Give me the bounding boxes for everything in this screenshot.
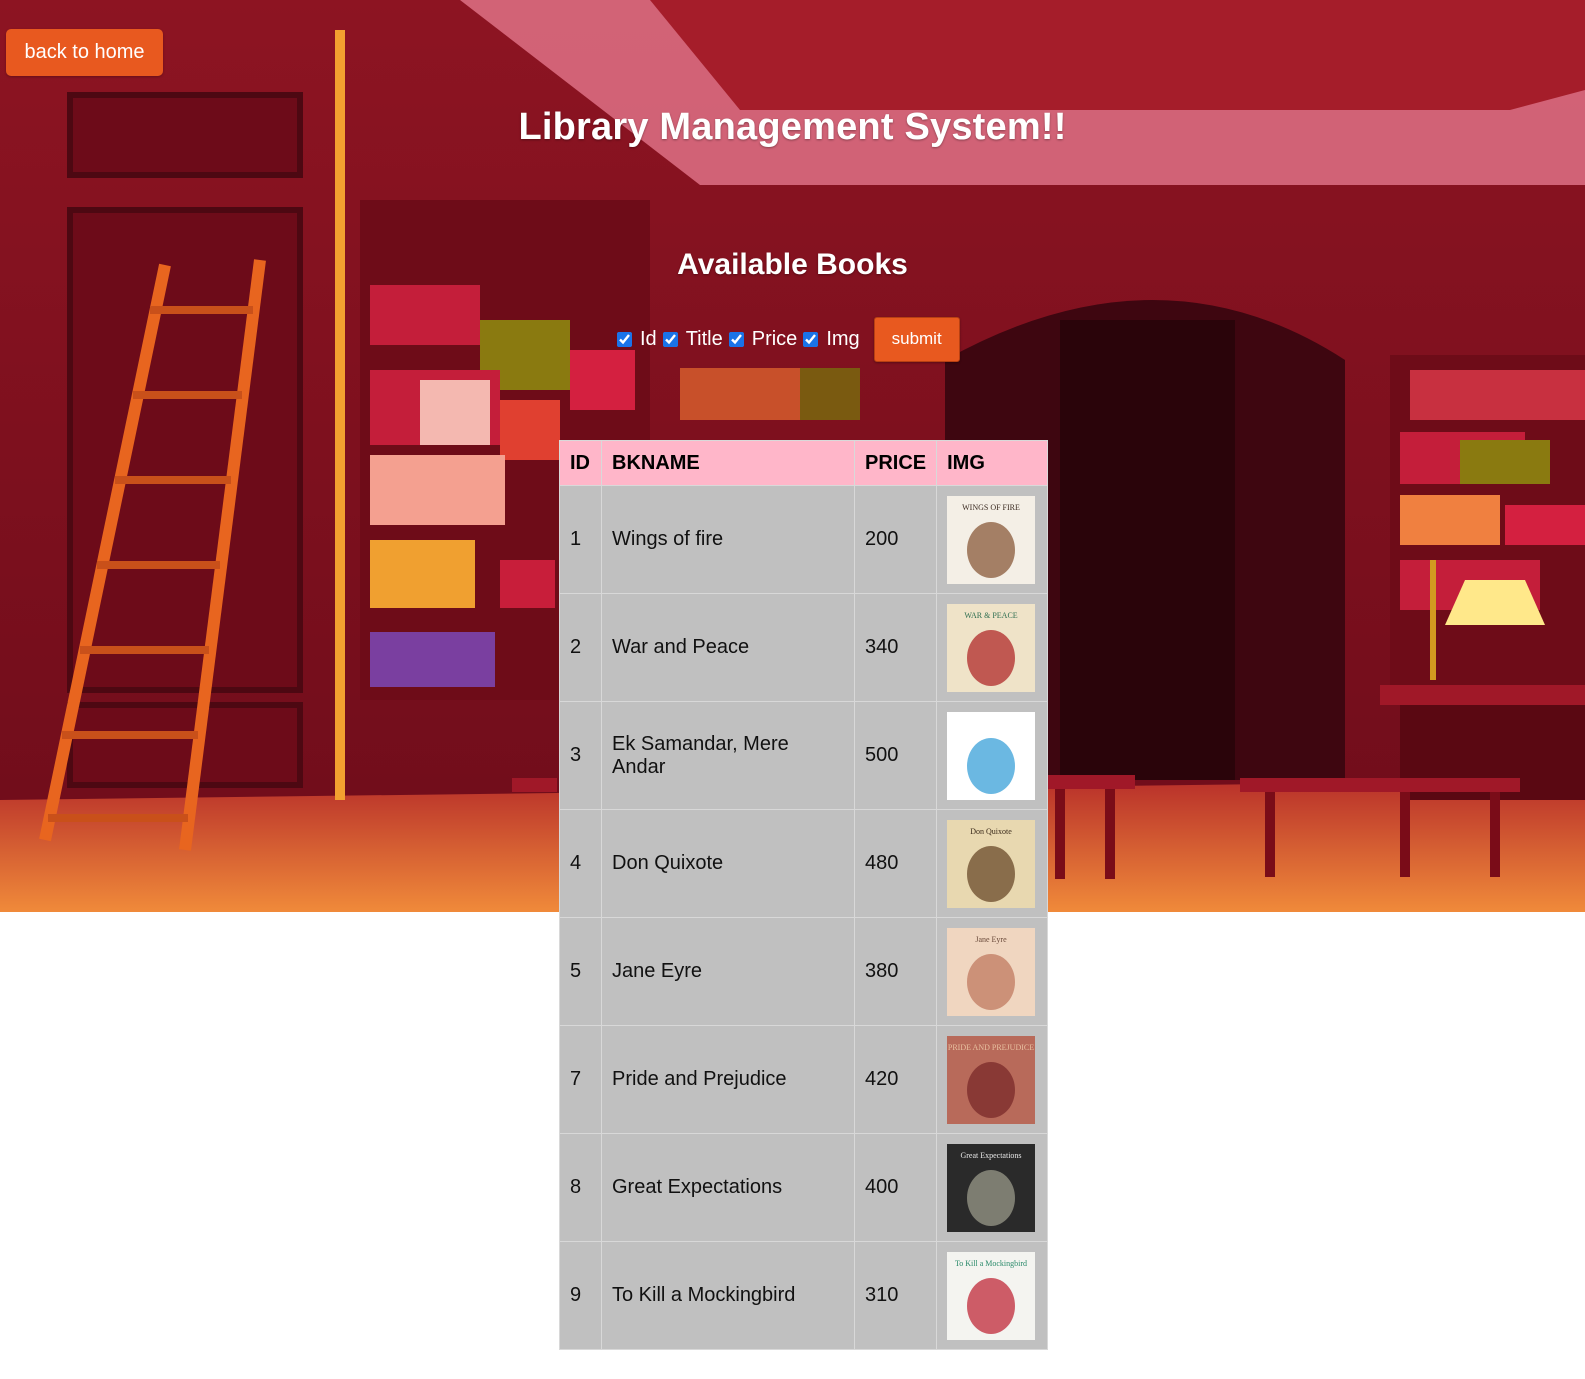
filter-title-label: Title xyxy=(685,327,723,350)
filter-img[interactable]: Img xyxy=(803,327,860,351)
book-cover-jane-eyre: Jane Eyre xyxy=(947,927,1036,1016)
book-cover-to-kill-a-mockingbird: To Kill a Mockingbird xyxy=(947,1251,1036,1340)
table-row: 5 Jane Eyre 380 Jane Eyre xyxy=(559,917,1048,1026)
book-image-cell: WAR & PEACE xyxy=(936,593,1048,702)
book-price-cell: 310 xyxy=(853,1241,938,1350)
book-image-cell: WINGS OF FIRE xyxy=(936,485,1048,594)
book-image-cell: PRIDE AND PREJUDICE xyxy=(936,1025,1048,1134)
book-price-cell: 380 xyxy=(853,917,938,1026)
filter-id[interactable]: Id xyxy=(617,328,657,351)
book-name-cell: Don Quixote xyxy=(601,809,855,918)
book-price-cell: 340 xyxy=(853,593,938,702)
page-title: Library Management System!! xyxy=(518,106,1067,148)
filter-id-checkbox[interactable] xyxy=(617,331,632,347)
book-id-cell: 7 xyxy=(559,1025,602,1134)
filter-price-label: Price xyxy=(751,327,798,350)
book-name-cell: Ek Samandar, Mere Andar xyxy=(601,701,855,810)
book-id-cell: 3 xyxy=(559,701,602,810)
filter-price[interactable]: Price xyxy=(728,327,798,351)
book-cover-don-quixote: Don Quixote xyxy=(947,819,1036,908)
column-header-bkname: BKNAME xyxy=(601,440,855,486)
filter-img-label: Img xyxy=(826,327,860,350)
filter-title[interactable]: Title xyxy=(662,327,723,351)
table-row: 3 Ek Samandar, Mere Andar 500 xyxy=(559,701,1048,810)
book-cover-title: PRIDE AND PREJUDICE xyxy=(948,1043,1034,1052)
book-id-cell: 8 xyxy=(559,1133,602,1242)
book-name-cell: Pride and Prejudice xyxy=(601,1025,855,1134)
book-cover-title: Great Expectations xyxy=(961,1151,1022,1160)
table-row: 1 Wings of fire 200 WINGS OF FIRE xyxy=(559,485,1048,594)
book-price-cell: 420 xyxy=(853,1025,938,1134)
filter-img-checkbox[interactable] xyxy=(803,331,819,347)
book-id-cell: 2 xyxy=(559,593,602,702)
book-id-cell: 5 xyxy=(559,917,602,1026)
book-id-cell: 9 xyxy=(559,1241,602,1350)
book-cover-title: WAR & PEACE xyxy=(964,611,1017,620)
submit-button[interactable]: submit xyxy=(873,316,960,362)
book-image-cell: Great Expectations xyxy=(936,1133,1048,1242)
table-row: 2 War and Peace 340 WAR & PEACE xyxy=(559,593,1048,702)
table-row: 4 Don Quixote 480 Don Quixote xyxy=(559,809,1048,918)
book-image-cell: Don Quixote xyxy=(936,809,1048,918)
table-header-row: ID BKNAME PRICE IMG xyxy=(559,440,1048,486)
filter-title-checkbox[interactable] xyxy=(662,331,678,347)
table-row: 7 Pride and Prejudice 420 PRIDE AND PREJUDI… xyxy=(559,1025,1048,1134)
book-name-cell: War and Peace xyxy=(601,593,855,702)
book-image-cell: To Kill a Mockingbird xyxy=(936,1241,1048,1350)
book-image-cell xyxy=(936,701,1048,810)
book-cover-wings-of-fire: WINGS OF FIRE xyxy=(947,495,1036,584)
book-cover-title: Jane Eyre xyxy=(975,935,1007,944)
book-cover-pride-and-prejudice: PRIDE AND PREJUDICE xyxy=(947,1035,1036,1124)
books-table: ID BKNAME PRICE IMG 1 Wings of fire 200 WIN… xyxy=(559,440,1048,1350)
book-name-cell: Wings of fire xyxy=(601,485,855,594)
filter-price-checkbox[interactable] xyxy=(728,331,744,347)
book-cover-great-expectations: Great Expectations xyxy=(947,1143,1036,1232)
section-title: Available Books xyxy=(677,248,908,281)
filter-id-label: Id xyxy=(640,327,657,350)
book-price-cell: 200 xyxy=(853,485,938,594)
table-row: 9 To Kill a Mockingbird 310 To Kill a Mocki… xyxy=(559,1241,1048,1350)
book-cover-ek-samandar xyxy=(947,711,1036,800)
book-cover-war-and-peace: WAR & PEACE xyxy=(947,603,1036,692)
book-id-cell: 4 xyxy=(559,809,602,918)
book-name-cell: To Kill a Mockingbird xyxy=(601,1241,855,1350)
book-cover-title: To Kill a Mockingbird xyxy=(955,1259,1027,1268)
column-header-id: ID xyxy=(559,440,602,486)
book-name-cell: Jane Eyre xyxy=(601,917,855,1026)
book-price-cell: 500 xyxy=(853,701,938,810)
column-header-img: IMG xyxy=(936,440,1048,486)
book-cover-title: WINGS OF FIRE xyxy=(962,503,1020,512)
book-cover-title: Don Quixote xyxy=(970,827,1012,836)
column-filter-form: Id Title Price Img submit xyxy=(617,316,960,362)
column-header-price: PRICE xyxy=(853,440,938,486)
book-image-cell: Jane Eyre xyxy=(936,917,1048,1026)
table-row: 8 Great Expectations 400 Great Expectations xyxy=(559,1133,1048,1242)
book-price-cell: 400 xyxy=(853,1133,938,1242)
book-name-cell: Great Expectations xyxy=(601,1133,855,1242)
back-to-home-button[interactable]: back to home xyxy=(6,29,163,76)
book-price-cell: 480 xyxy=(853,809,938,918)
book-id-cell: 1 xyxy=(559,485,602,594)
